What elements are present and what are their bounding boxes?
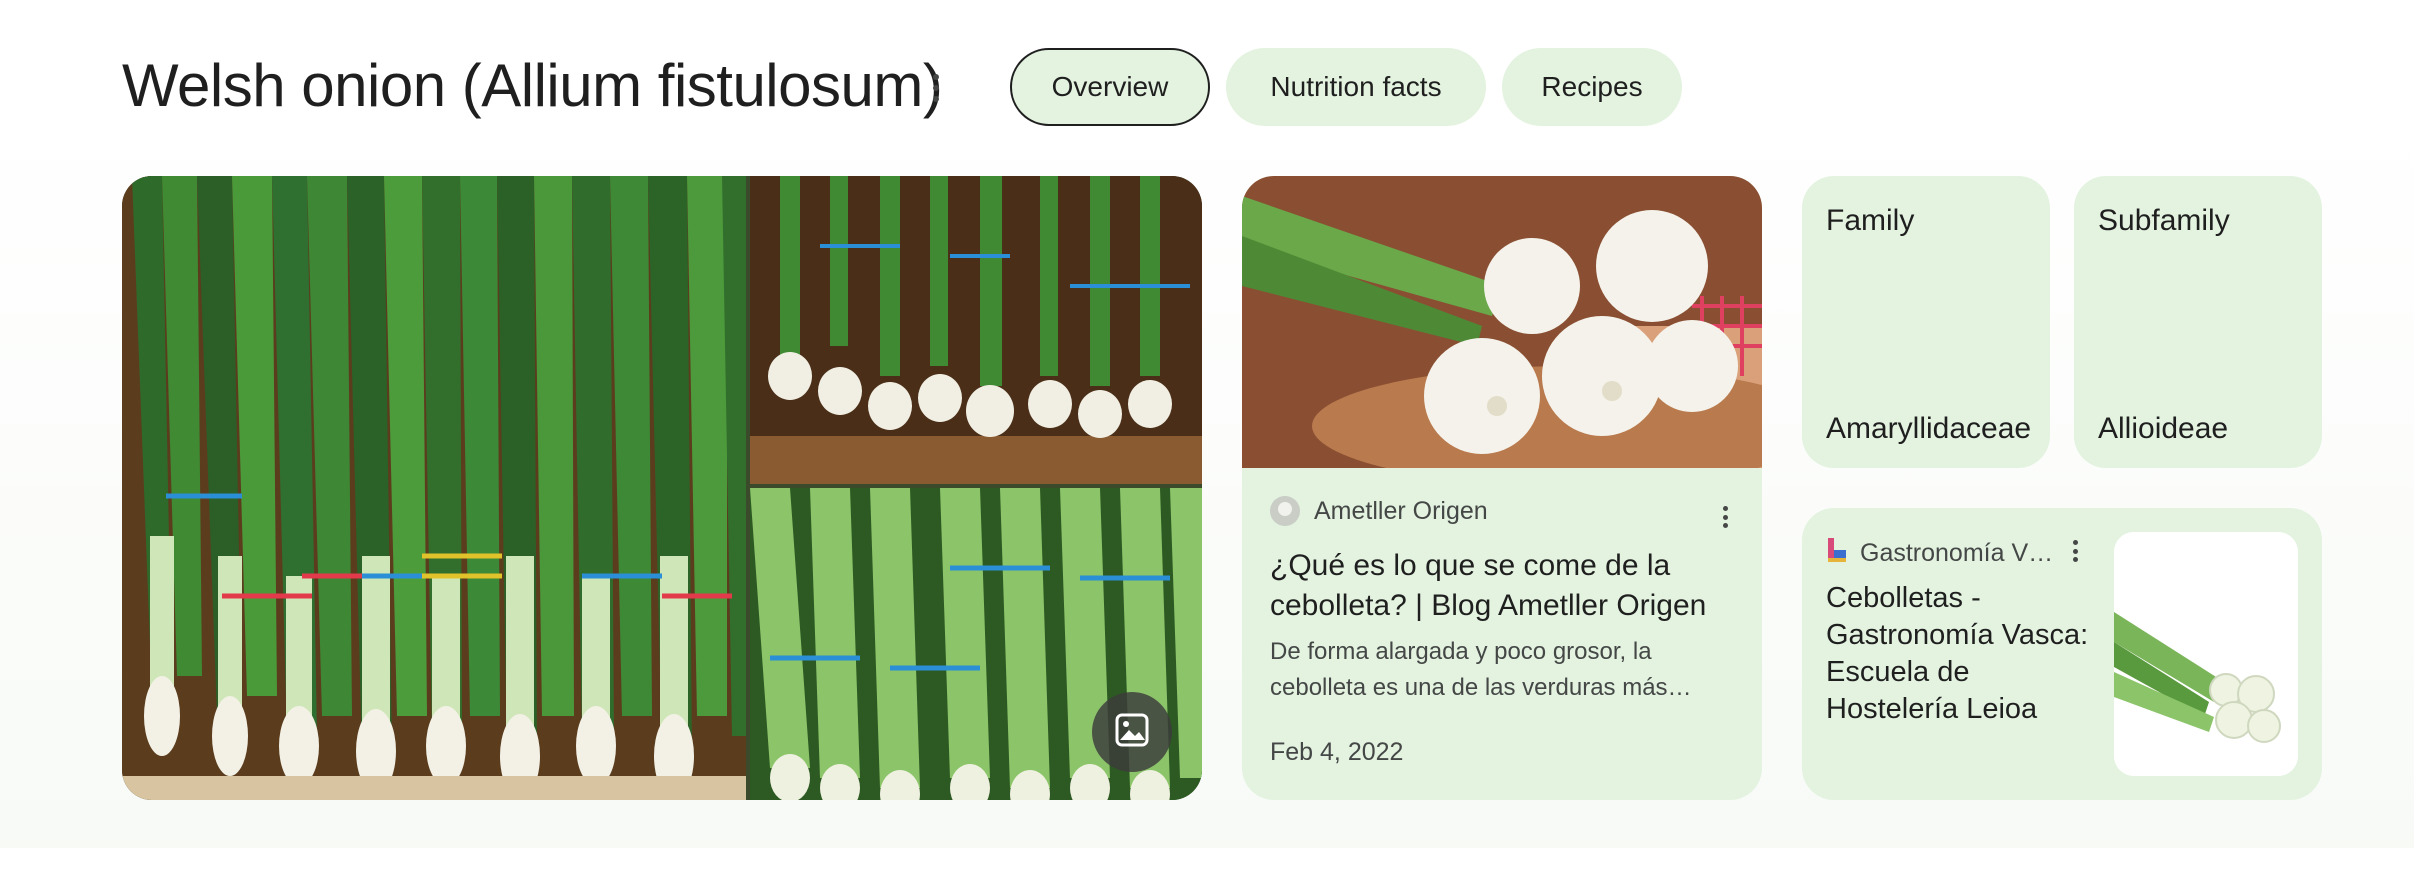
fact-card-subfamily[interactable]: Subfamily Allioideae	[2074, 176, 2322, 468]
gallery-image-basket[interactable]	[750, 176, 1202, 484]
fact-label: Family	[1826, 204, 1915, 237]
article-source[interactable]: Ametller Origen	[1270, 496, 1488, 526]
tab-recipes[interactable]: Recipes	[1502, 48, 1682, 126]
title-more-options-icon[interactable]	[928, 74, 944, 102]
article-title[interactable]: ¿Qué es lo que se come de la cebolleta? …	[1270, 546, 1740, 626]
fact-value: Amaryllidaceae	[1826, 412, 2032, 445]
fact-label: Subfamily	[2098, 204, 2230, 237]
fact-value: Allioideae	[2098, 412, 2229, 445]
fact-card-family[interactable]: Family Amaryllidaceae	[1802, 176, 2050, 468]
related-card[interactable]: Gastronomía V… Cebolletas - Gastronomía …	[1802, 508, 2322, 800]
source-favicon-icon	[1270, 496, 1300, 526]
related-source[interactable]: Gastronomía V…	[1826, 536, 2053, 571]
article-snippet: De forma alargada y poco grosor, la cebo…	[1270, 638, 1692, 701]
related-thumbnail[interactable]	[2114, 532, 2298, 776]
source-favicon-icon	[1826, 536, 1848, 571]
article-source-name: Ametller Origen	[1314, 496, 1488, 525]
article-date: Feb 4, 2022	[1270, 738, 1404, 766]
related-source-name: Gastronomía V…	[1860, 539, 2054, 567]
article-card[interactable]: Ametller Origen ¿Qué es lo que se come d…	[1242, 176, 1762, 800]
image-gallery[interactable]	[122, 176, 1202, 800]
related-more-options-icon[interactable]	[2068, 540, 2082, 562]
related-title[interactable]: Cebolletas - Gastronomía Vasca: Escuela …	[1826, 580, 2096, 728]
page-footer-space	[0, 848, 2414, 892]
tab-overview[interactable]: Overview	[1010, 48, 1210, 126]
article-more-options-icon[interactable]	[1718, 506, 1732, 528]
image-gallery-icon	[1114, 712, 1150, 753]
tab-nutrition-facts[interactable]: Nutrition facts	[1226, 48, 1486, 126]
gallery-image-main[interactable]	[122, 176, 746, 800]
gallery-view-button[interactable]	[1092, 692, 1172, 772]
knowledge-panel: Welsh onion (Allium fistulosum) Overview…	[0, 0, 2414, 848]
page-title: Welsh onion (Allium fistulosum)	[122, 52, 943, 119]
article-image[interactable]	[1242, 176, 1762, 468]
